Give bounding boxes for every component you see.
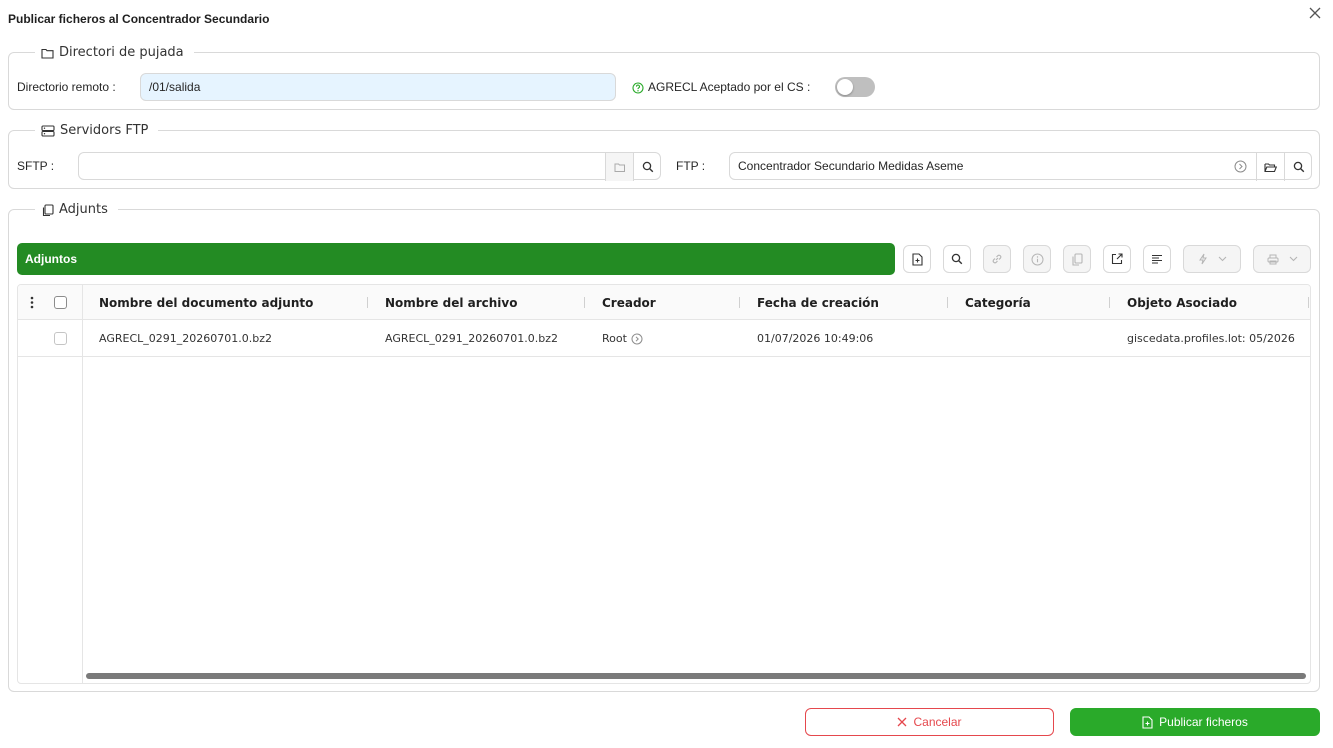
creator-name: Root — [602, 332, 627, 345]
sftp-browse-button[interactable] — [605, 153, 633, 181]
duplicate-button[interactable] — [1063, 245, 1091, 273]
link-icon — [992, 254, 1002, 264]
export-button[interactable] — [1103, 245, 1131, 273]
server-icon — [41, 125, 55, 137]
dialog-title: Publicar ficheros al Concentrador Secund… — [8, 12, 270, 26]
accepted-toggle[interactable] — [835, 77, 875, 97]
sftp-input[interactable] — [78, 152, 661, 181]
info-icon — [1031, 253, 1043, 265]
column-header[interactable]: Categoría — [965, 285, 1031, 320]
cell-document-name: AGRECL_0291_20260701.0.bz2 — [99, 332, 272, 345]
attachments-title: Adjuntos — [25, 252, 77, 266]
cancel-button[interactable]: Cancelar — [805, 708, 1054, 736]
ftp-browse-button[interactable] — [1256, 153, 1284, 181]
close-button[interactable] — [1307, 5, 1323, 21]
column-header[interactable]: Nombre del documento adjunto — [99, 285, 313, 320]
publish-button[interactable]: Publicar ficheros — [1070, 708, 1320, 736]
ftp-search-button[interactable] — [1284, 153, 1312, 181]
search-icon — [951, 253, 963, 265]
close-icon — [1309, 7, 1321, 19]
attachments-table: Nombre del documento adjunto Nombre del … — [17, 284, 1311, 684]
table-header: Nombre del documento adjunto Nombre del … — [18, 285, 1310, 320]
more-vertical-icon — [30, 296, 34, 309]
folder-open-icon — [1264, 162, 1277, 172]
column-header[interactable]: Fecha de creación — [757, 285, 879, 320]
cancel-label: Cancelar — [913, 715, 962, 729]
accepted-label: AGRECL Aceptado por el CS : — [648, 80, 811, 94]
help-circle-icon — [632, 82, 644, 94]
chevron-down-icon — [1218, 256, 1226, 262]
upload-dir-legend-text: Directori de pujada — [59, 45, 184, 60]
column-header[interactable]: Creador — [602, 285, 656, 320]
ftp-label: FTP : — [676, 159, 706, 173]
folder-open-icon — [614, 163, 625, 172]
ftp-servers-legend: Servidors FTP — [35, 123, 159, 139]
link-button[interactable] — [983, 245, 1011, 273]
sftp-label: SFTP : — [17, 159, 55, 173]
attachments-title-bar: Adjuntos — [17, 243, 895, 275]
open-record-icon[interactable] — [631, 333, 643, 345]
publish-label: Publicar ficheros — [1159, 715, 1248, 729]
attachments-legend: Adjunts — [35, 202, 118, 218]
search-icon — [1293, 161, 1304, 173]
column-header[interactable]: Objeto Asociado — [1127, 285, 1237, 320]
ftp-servers-group: Servidors FTP SFTP : FTP : Concentrador … — [8, 123, 1320, 189]
align-button[interactable] — [1143, 245, 1171, 273]
chevron-down-icon — [1289, 256, 1297, 262]
upload-dir-group: Directori de pujada Directorio remoto : … — [8, 45, 1320, 110]
ftp-input[interactable]: Concentrador Secundario Medidas Aseme — [729, 152, 1312, 181]
search-icon — [642, 161, 653, 173]
copy-icon — [1072, 252, 1083, 266]
align-left-icon — [1152, 254, 1162, 264]
printer-icon — [1267, 254, 1278, 264]
cell-creator: Root — [602, 320, 643, 357]
file-add-icon — [911, 252, 923, 266]
attachments-group: Adjunts Adjuntos Nombre del documento ad… — [8, 202, 1320, 692]
column-menu-button[interactable] — [30, 285, 34, 320]
cell-file-name: AGRECL_0291_20260701.0.bz2 — [385, 332, 558, 345]
export-icon — [1111, 253, 1123, 265]
sftp-search-button[interactable] — [633, 153, 661, 181]
ftp-value: Concentrador Secundario Medidas Aseme — [738, 159, 964, 173]
file-add-icon — [1142, 715, 1153, 729]
print-dropdown-button[interactable] — [1253, 245, 1311, 273]
attachments-legend-text: Adjunts — [59, 202, 108, 217]
close-icon — [898, 717, 907, 727]
toggle-knob — [837, 79, 853, 95]
thunderbolt-icon — [1198, 253, 1207, 265]
column-header[interactable]: Nombre del archivo — [385, 285, 518, 320]
new-attachment-button[interactable] — [903, 245, 931, 273]
ftp-servers-legend-text: Servidors FTP — [60, 123, 149, 138]
select-all-checkbox[interactable] — [54, 285, 67, 320]
table-row[interactable]: AGRECL_0291_20260701.0.bz2 AGRECL_0291_2… — [18, 320, 1310, 357]
cell-object: giscedata.profiles.lot: 05/2026 — [1127, 332, 1295, 345]
remote-dir-label: Directorio remoto : — [17, 80, 116, 94]
accepted-label-wrap: AGRECL Aceptado por el CS : — [632, 80, 810, 94]
remote-dir-input[interactable]: /01/salida — [140, 73, 616, 101]
remote-dir-value: /01/salida — [149, 80, 201, 94]
upload-dir-legend: Directori de pujada — [35, 45, 194, 61]
action-dropdown-button[interactable] — [1183, 245, 1241, 273]
search-attachments-button[interactable] — [943, 245, 971, 273]
horizontal-scrollbar[interactable] — [86, 673, 1306, 679]
info-button[interactable] — [1023, 245, 1051, 273]
folder-icon — [41, 48, 54, 59]
row-checkbox[interactable] — [54, 320, 67, 357]
clear-circle-icon[interactable] — [1234, 160, 1247, 173]
column-divider — [82, 285, 83, 683]
cell-created: 01/07/2026 10:49:06 — [757, 332, 874, 345]
copy-icon — [42, 203, 54, 216]
